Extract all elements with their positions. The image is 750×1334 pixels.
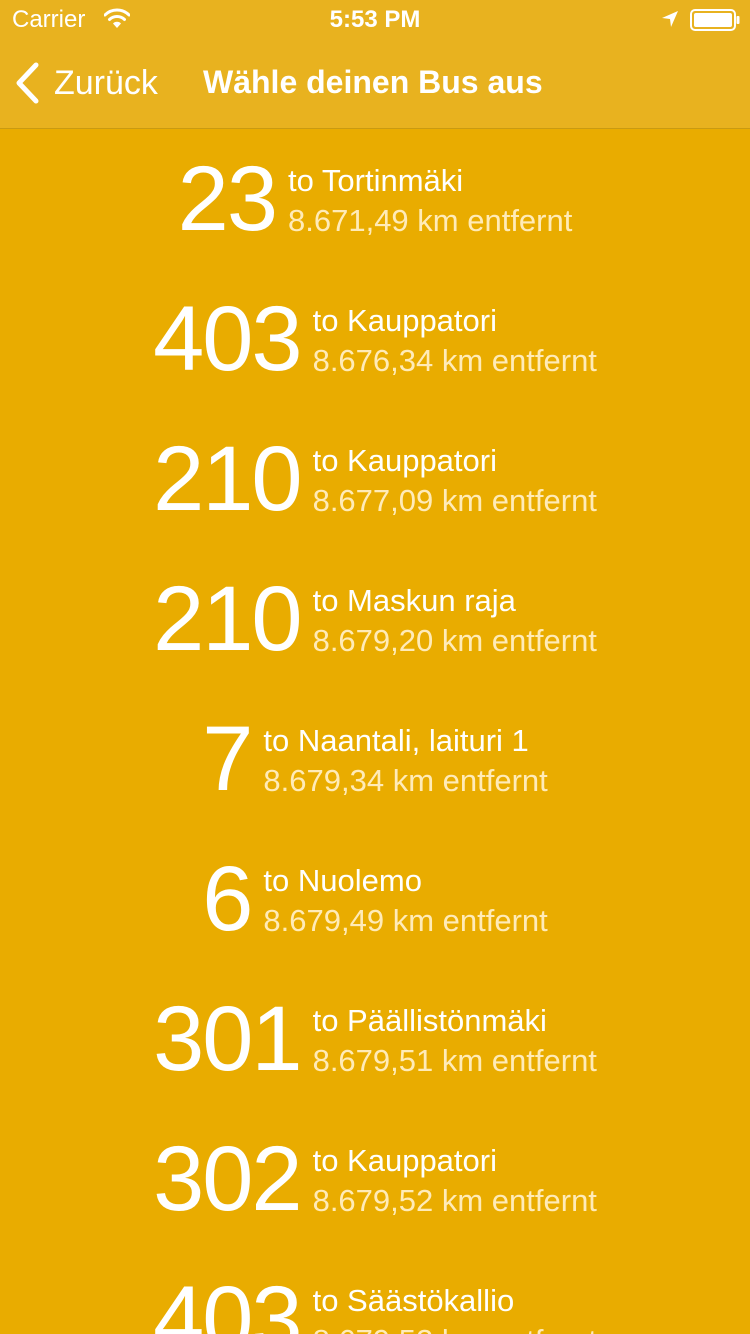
page-title: Wähle deinen Bus aus <box>203 64 543 100</box>
bus-destination: to Säästökallio <box>312 1283 515 1318</box>
back-button[interactable]: Zurück <box>14 58 158 108</box>
bus-info: to Säästökallio 8.679,52 km entfernt <box>313 1281 597 1334</box>
bus-destination: to Kauppatori <box>312 1143 497 1178</box>
bus-info: to Maskun raja 8.679,20 km entfernt <box>313 581 597 661</box>
bus-distance: 8.679,51 km entfernt <box>312 1043 597 1078</box>
back-label: Zurück <box>54 63 158 102</box>
bus-distance: 8.671,49 km entfernt <box>288 203 573 238</box>
screen: Carrier 5:53 PM Zurück Wähle deinen Bus … <box>0 0 750 1334</box>
bus-destination: to Kauppatori <box>312 443 497 478</box>
chevron-left-icon <box>16 62 39 104</box>
bus-number: 6 <box>202 848 253 950</box>
bus-destination: to Naantali, laituri 1 <box>263 723 529 758</box>
navigation-bar: Zurück Wähle deinen Bus aus <box>0 40 750 129</box>
bus-distance: 8.679,52 km entfernt <box>313 1321 597 1334</box>
location-icon <box>662 11 678 27</box>
bus-number: 210 <box>153 568 302 670</box>
bus-info: to Kauppatori 8.677,09 km entfernt <box>313 441 597 521</box>
bus-info: to Päällistönmäki 8.679,51 km entfernt <box>313 1001 597 1081</box>
bus-row[interactable]: 302 to Kauppatori 8.679,52 km entfernt <box>0 1109 750 1249</box>
bus-number: 210 <box>153 428 302 530</box>
bus-info: to Naantali, laituri 1 8.679,34 km entfe… <box>263 721 547 801</box>
bus-number: 403 <box>153 1268 302 1334</box>
bus-distance: 8.677,09 km entfernt <box>312 483 597 518</box>
bus-info: to Kauppatori 8.679,52 km entfernt <box>313 1141 597 1221</box>
bus-info: to Nuolemo 8.679,49 km entfernt <box>263 861 547 941</box>
bus-distance: 8.679,52 km entfernt <box>312 1183 597 1218</box>
bus-distance: 8.679,34 km entfernt <box>263 763 548 798</box>
bus-destination: to Kauppatori <box>312 303 497 338</box>
bus-info: to Kauppatori 8.676,34 km entfernt <box>313 301 597 381</box>
status-bar: Carrier 5:53 PM <box>0 0 750 40</box>
bus-distance: 8.679,20 km entfernt <box>312 623 597 658</box>
battery-icon <box>690 9 740 31</box>
bus-row[interactable]: 23 to Tortinmäki 8.671,49 km entfernt <box>0 129 750 269</box>
bus-number: 403 <box>153 288 302 390</box>
bus-destination: to Päällistönmäki <box>312 1003 547 1038</box>
bus-row[interactable]: 403 to Säästökallio 8.679,52 km entfernt <box>0 1249 750 1334</box>
bus-row[interactable]: 301 to Päällistönmäki 8.679,51 km entfer… <box>0 969 750 1109</box>
bus-row[interactable]: 403 to Kauppatori 8.676,34 km entfernt <box>0 269 750 409</box>
bus-distance: 8.679,49 km entfernt <box>263 903 548 938</box>
bus-row[interactable]: 7 to Naantali, laituri 1 8.679,34 km ent… <box>0 689 750 829</box>
bus-destination: to Maskun raja <box>312 583 516 618</box>
bus-number: 302 <box>153 1128 302 1230</box>
bus-row[interactable]: 210 to Kauppatori 8.677,09 km entfernt <box>0 409 750 549</box>
bus-distance: 8.676,34 km entfernt <box>312 343 597 378</box>
status-time: 5:53 PM <box>329 6 421 33</box>
bus-destination: to Nuolemo <box>263 863 422 898</box>
bus-info: to Tortinmäki 8.671,49 km entfernt <box>288 161 572 241</box>
bus-number: 7 <box>202 708 253 810</box>
bus-row[interactable]: 6 to Nuolemo 8.679,49 km entfernt <box>0 829 750 969</box>
bus-number: 301 <box>153 988 302 1090</box>
bus-number: 23 <box>177 148 278 250</box>
bus-destination: to Tortinmäki <box>288 163 464 198</box>
bus-list[interactable]: 23 to Tortinmäki 8.671,49 km entfernt 40… <box>0 129 750 1334</box>
bus-row[interactable]: 210 to Maskun raja 8.679,20 km entfernt <box>0 549 750 689</box>
